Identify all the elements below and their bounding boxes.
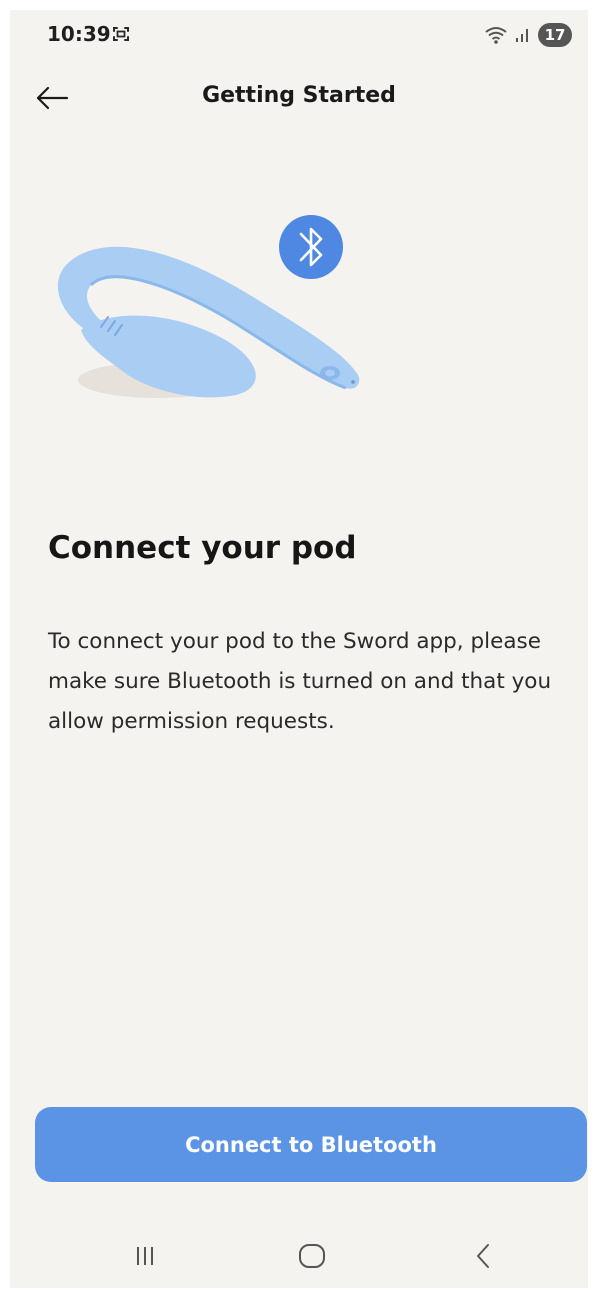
nav-back-button[interactable] xyxy=(453,1236,513,1276)
recent-apps-button[interactable] xyxy=(115,1236,175,1276)
pod-led xyxy=(351,380,355,384)
back-icon xyxy=(477,1244,489,1268)
app-screen: 10:39 17 Getting Started Connect your po… xyxy=(10,10,588,1288)
battery-indicator: 17 xyxy=(538,23,572,47)
connect-bluetooth-button[interactable]: Connect to Bluetooth xyxy=(35,1107,587,1182)
content-title: Connect your pod xyxy=(48,530,357,566)
pod-illustration xyxy=(57,215,360,398)
status-bar: 10:39 17 xyxy=(10,10,588,60)
pod-button-inner xyxy=(325,369,335,377)
home-button[interactable] xyxy=(282,1236,342,1276)
screenshot-icon xyxy=(113,27,129,41)
signal-icon xyxy=(516,29,528,42)
recent-apps-icon xyxy=(137,1247,153,1265)
page-title: Getting Started xyxy=(202,83,396,108)
system-nav-bar xyxy=(10,1228,588,1288)
content-body: To connect your pod to the Sword app, pl… xyxy=(48,629,552,734)
home-icon xyxy=(299,1244,325,1268)
wifi-icon xyxy=(485,27,507,44)
status-time: 10:39 xyxy=(47,22,111,46)
app-bar: Getting Started xyxy=(10,70,588,122)
status-right: 17 xyxy=(484,22,572,48)
